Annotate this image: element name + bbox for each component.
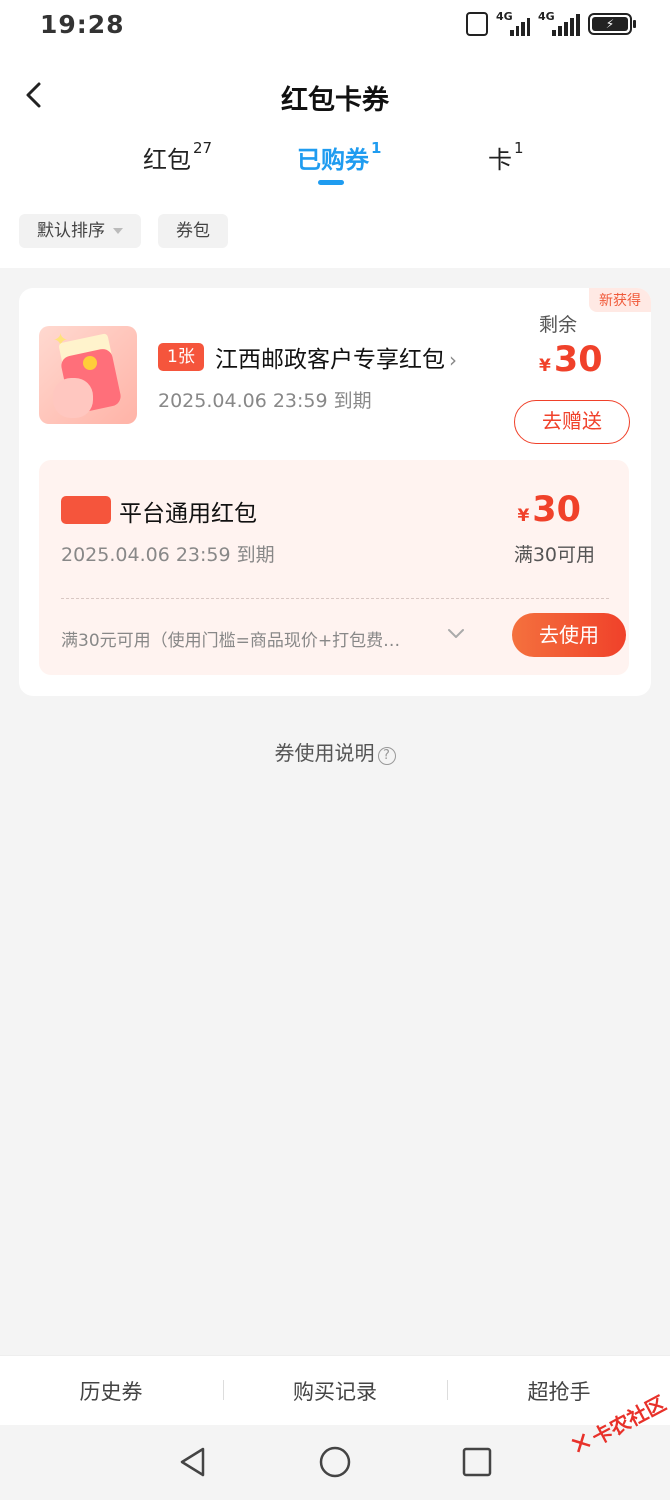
detail-name: 平台通用红包 [119, 501, 257, 527]
nav-back-icon[interactable] [176, 1445, 210, 1479]
detail-amount: ¥30 [517, 490, 581, 530]
remaining-amount: ¥30 [539, 340, 603, 380]
remaining-label: 剩余 [539, 314, 578, 336]
status-time: 19:28 [40, 10, 125, 39]
status-icons: 4G 4G ⚡ [466, 10, 636, 36]
red-packet-thumbnail: ✦ [39, 326, 137, 424]
gift-button[interactable]: 去赠送 [514, 400, 630, 444]
signal-icon-2: 4G [538, 10, 580, 36]
coupon-color-swatch [61, 496, 111, 524]
signal-icon: 4G [496, 10, 530, 36]
tab-card[interactable]: 卡1 [488, 139, 524, 175]
history-coupons-button[interactable]: 历史券 [0, 1376, 222, 1406]
chevron-down-icon[interactable] [445, 622, 467, 644]
tab-red-packet[interactable]: 红包 27 [143, 139, 212, 175]
usage-rule[interactable]: 满30元可用（使用门槛=商品现价+打包费… [61, 626, 441, 651]
bottom-bar: 历史券 购买记录 超抢手 [0, 1355, 670, 1425]
coupon-wallet-filter[interactable]: 券包 [158, 214, 228, 248]
caret-down-icon [113, 228, 123, 234]
status-bar: 19:28 4G 4G ⚡ [0, 0, 670, 52]
detail-expiry: 2025.04.06 23:59 到期 [61, 544, 275, 566]
purchase-records-button[interactable]: 购买记录 [224, 1376, 446, 1406]
coupon-instructions-link[interactable]: 券使用说明? [0, 737, 670, 766]
chevron-right-icon: › [449, 348, 457, 372]
coupon-expiry: 2025.04.06 23:59 到期 [158, 390, 372, 412]
detail-condition: 满30可用 [513, 544, 595, 566]
help-icon: ? [377, 747, 396, 765]
use-button[interactable]: 去使用 [512, 613, 626, 657]
coupon-name-link[interactable]: 江西邮政客户专享红包 › [215, 340, 457, 374]
vibrate-icon [466, 12, 488, 36]
coupon-detail: 平台通用红包 2025.04.06 23:59 到期 ¥30 满30可用 满30… [39, 460, 629, 675]
new-badge: 新获得 [589, 288, 651, 312]
tab-purchased-coupons[interactable]: 已购券 1 [297, 139, 381, 175]
sort-dropdown[interactable]: 默认排序 [19, 214, 141, 248]
page-title: 红包卡券 [281, 85, 389, 116]
page-header: 红包卡券 红包 27 已购券 1 卡1 默认排序 券包 [0, 52, 670, 268]
battery-icon: ⚡ [588, 13, 636, 35]
coupon-card[interactable]: 新获得 ✦ 1张 江西邮政客户专享红包 › 2025.04.06 23:59 到期… [19, 288, 651, 696]
active-tab-indicator [318, 180, 344, 185]
nav-home-icon[interactable] [318, 1445, 352, 1479]
nav-recents-icon[interactable] [460, 1445, 494, 1479]
count-tag: 1张 [158, 343, 204, 371]
divider [61, 598, 609, 599]
